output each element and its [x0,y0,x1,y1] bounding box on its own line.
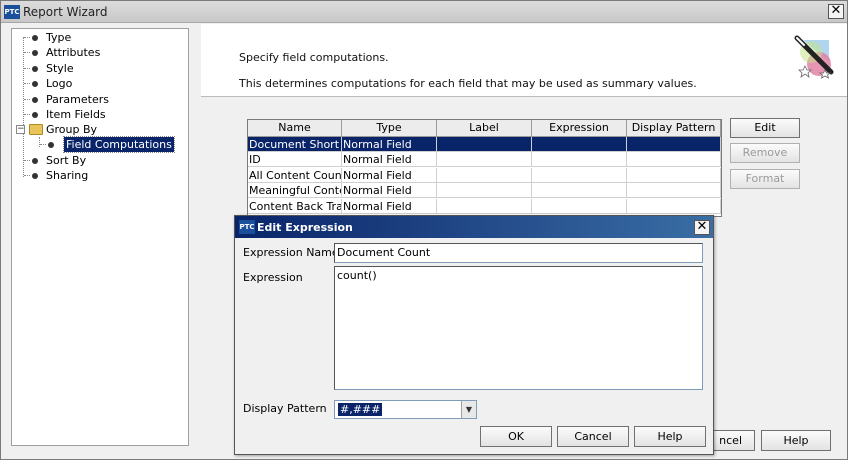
column-header-expression[interactable]: Expression [532,120,627,137]
step-description: Specify field computations. [239,51,389,64]
edit-expression-dialog: PTC Edit Expression ✕ Expression Name Do… [234,215,714,455]
window-titlebar[interactable]: PTC Report Wizard ✕ [1,1,847,23]
report-wizard-window: PTC Report Wizard ✕ Type Attributes Styl… [0,0,848,460]
bullet-icon [32,35,38,41]
column-header-type[interactable]: Type [342,120,437,137]
bullet-icon [32,97,38,103]
cancel-button[interactable]: Cancel [557,426,629,447]
tree-connector [23,37,24,177]
close-icon[interactable]: ✕ [828,4,844,19]
table-row[interactable]: Content Back Tra... Normal Field [248,199,721,214]
bullet-icon [32,50,38,56]
table-cell-name: ID [248,152,342,167]
wizard-wand-icon [794,35,834,79]
bullet-icon [32,112,38,118]
wizard-steps-tree: Type Attributes Style Logo Parameters It… [11,28,189,446]
table-cell-display-pattern [627,168,721,183]
field-computations-table: Name Type Label Expression Display Patte… [247,119,722,217]
bullet-icon [48,142,54,148]
expression-label: Expression [243,271,303,284]
remove-button[interactable]: Remove [730,143,800,163]
tree-item-item-fields[interactable]: Item Fields [24,107,176,122]
help-button[interactable]: Help [634,426,706,447]
ok-button[interactable]: OK [480,426,552,447]
chevron-down-icon[interactable]: ▼ [461,401,476,418]
table-cell-display-pattern [627,199,721,214]
tree-item-label: Item Fields [46,108,106,121]
tree-connector [39,137,40,147]
table-row[interactable]: ID Normal Field [248,152,721,167]
column-header-name[interactable]: Name [248,120,342,137]
table-cell-label [437,168,532,183]
tree-item-sharing[interactable]: Sharing [24,168,176,183]
tree-item-sort-by[interactable]: Sort By [24,153,176,168]
table-cell-label [437,183,532,198]
table-row[interactable]: Document Short ... Normal Field [248,137,721,152]
expression-name-label: Expression Name [243,246,339,259]
table-cell-type: Normal Field [342,137,437,152]
tree-item-field-computations[interactable]: Field Computations [40,136,182,153]
edit-button[interactable]: Edit [730,118,800,138]
table-cell-name: Meaningful Conte... [248,183,342,198]
step-header: Specify field computations. This determi… [201,24,847,97]
step-description-detail: This determines computations for each fi… [239,77,697,90]
tree-item-label: Type [46,31,72,44]
folder-icon [29,124,43,135]
expression-textarea[interactable]: count() [334,266,703,390]
table-cell-name: Document Short ... [248,137,342,152]
table-cell-expression [532,199,627,214]
table-cell-display-pattern [627,152,721,167]
table-cell-expression [532,137,627,152]
table-cell-label [437,152,532,167]
tree-item-parameters[interactable]: Parameters [24,92,176,107]
table-cell-type: Normal Field [342,168,437,183]
tree-item-logo[interactable]: Logo [24,76,176,91]
tree-item-label: Logo [46,77,73,90]
table-cell-name: All Content Count [249,168,342,183]
format-button[interactable]: Format [730,169,800,189]
tree-item-style[interactable]: Style [24,61,176,76]
table-cell-display-pattern [627,137,721,152]
column-header-display-pattern[interactable]: Display Pattern [627,120,721,137]
close-icon[interactable]: ✕ [694,220,710,235]
table-cell-expression [532,183,627,198]
tree-item-label: Sort By [46,154,87,167]
tree-item-label: Parameters [46,93,109,106]
tree-item-attributes[interactable]: Attributes [24,45,176,60]
table-cell-expression [532,168,627,183]
tree-item-label: Group By [46,123,98,136]
table-cell-label [437,199,532,214]
table-cell-type: Normal Field [342,183,437,198]
expression-name-field[interactable]: Document Count [334,243,703,263]
window-title: Report Wizard [23,5,108,19]
display-pattern-dropdown[interactable]: #,### ▼ [334,400,477,419]
table-cell-expression [532,152,627,167]
table-row[interactable]: All Content Count Normal Field [248,168,721,183]
dialog-title: Edit Expression [257,221,353,234]
table-row[interactable]: Meaningful Conte... Normal Field [248,183,721,198]
tree-item-label: Field Computations [63,136,175,153]
ptc-logo-icon: PTC [4,5,20,19]
display-pattern-label: Display Pattern [243,402,327,415]
table-cell-name: Content Back Tra... [249,199,342,214]
tree-item-label: Sharing [46,169,89,182]
column-header-label[interactable]: Label [437,120,532,137]
tree-item-type[interactable]: Type [24,30,176,45]
collapse-toggle-icon[interactable]: − [16,125,25,134]
ptc-logo-icon: PTC [239,220,255,234]
bullet-icon [32,66,38,72]
bullet-icon [32,173,38,179]
table-cell-type: Normal Field [342,199,437,214]
bullet-icon [32,158,38,164]
tree-item-label: Style [46,62,74,75]
display-pattern-value: #,### [338,403,383,416]
wizard-help-button[interactable]: Help [761,430,831,451]
dialog-titlebar[interactable]: PTC Edit Expression ✕ [235,216,713,238]
table-cell-type: Normal Field [342,152,437,167]
table-cell-label [437,137,532,152]
table-cell-display-pattern [627,183,721,198]
bullet-icon [32,81,38,87]
tree-item-group-by[interactable]: − Group By [14,122,174,137]
tree-item-label: Attributes [46,46,101,59]
